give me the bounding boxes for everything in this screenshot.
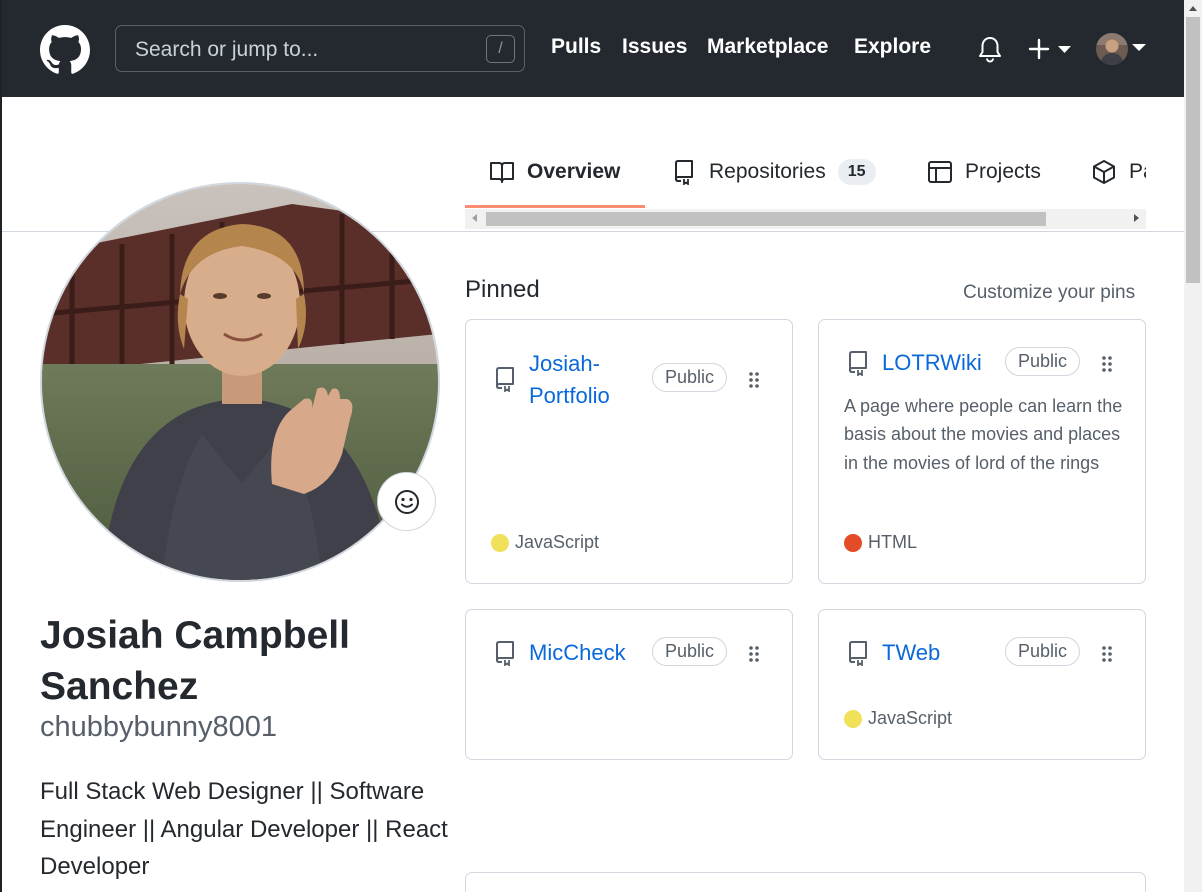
- chevron-down-icon[interactable]: [1132, 44, 1146, 52]
- repo-icon: [849, 351, 867, 376]
- tab-overview[interactable]: Overview: [489, 157, 620, 187]
- grabber-icon[interactable]: [1101, 645, 1113, 663]
- visibility-badge: Public: [652, 363, 728, 392]
- visibility-badge: Public: [652, 637, 728, 666]
- scroll-thumb[interactable]: [1186, 17, 1200, 283]
- search-placeholder: Search or jump to...: [135, 38, 319, 61]
- pinned-heading: Pinned: [465, 276, 540, 303]
- repo-language: JavaScript: [491, 532, 599, 553]
- nav-issues[interactable]: Issues: [622, 35, 687, 59]
- contribution-graph-card: [465, 872, 1146, 892]
- repo-name-link[interactable]: Josiah-Portfolio: [529, 348, 639, 412]
- chevron-down-icon: [1058, 46, 1071, 53]
- plus-icon: [1028, 38, 1050, 60]
- tab-packages-clip: Pa: [1091, 150, 1146, 195]
- smiley-icon: [394, 489, 419, 514]
- language-name: HTML: [868, 532, 917, 552]
- repo-count-badge: 15: [837, 159, 876, 185]
- pinned-repo-card: Josiah-Portfolio Public JavaScript: [465, 319, 793, 584]
- pinned-repo-card: MicCheck Public: [465, 609, 793, 760]
- repo-name-link[interactable]: TWeb: [882, 637, 940, 669]
- customize-pins-link[interactable]: Customize your pins: [963, 282, 1135, 304]
- repo-icon: [849, 641, 867, 666]
- avatar-photo: [42, 184, 438, 580]
- tab-label: Pa: [1129, 160, 1146, 183]
- nav-pulls[interactable]: Pulls: [551, 35, 601, 59]
- vertical-scrollbar[interactable]: [1184, 0, 1202, 892]
- window-frame: [0, 0, 2, 892]
- language-name: JavaScript: [515, 532, 600, 552]
- repo-language: JavaScript: [844, 708, 952, 729]
- language-name: JavaScript: [868, 708, 953, 728]
- scroll-right-arrow[interactable]: [1134, 214, 1139, 222]
- profile-username: chubbybunny8001: [40, 711, 278, 743]
- global-header: Search or jump to... / Pulls Issues Mark…: [0, 0, 1184, 97]
- tab-label: Overview: [527, 160, 621, 183]
- user-avatar-menu[interactable]: [1096, 33, 1128, 65]
- repo-language: HTML: [844, 532, 917, 553]
- search-input[interactable]: Search or jump to... /: [115, 25, 525, 72]
- pinned-repo-card: LOTRWiki Public A page where people can …: [818, 319, 1146, 584]
- profile-bio: Full Stack Web Designer || Software Engi…: [40, 778, 448, 880]
- repo-icon: [496, 367, 514, 392]
- grabber-icon[interactable]: [748, 645, 760, 663]
- tab-repositories[interactable]: Repositories 15: [671, 157, 876, 187]
- search-shortcut-key: /: [486, 35, 515, 63]
- avatar-image: [1096, 33, 1128, 65]
- visibility-badge: Public: [1005, 347, 1081, 376]
- repo-icon: [496, 641, 514, 666]
- profile-fullname: Josiah Campbell Sanchez: [40, 614, 350, 708]
- repo-name-link[interactable]: LOTRWiki: [882, 347, 982, 379]
- scroll-thumb[interactable]: [486, 212, 1046, 226]
- visibility-badge: Public: [1005, 637, 1081, 666]
- language-color-dot: [844, 709, 862, 728]
- pinned-repo-card: TWeb Public JavaScript: [818, 609, 1146, 760]
- nav-explore[interactable]: Explore: [854, 35, 931, 59]
- tabs-horizontal-scrollbar[interactable]: [465, 209, 1146, 229]
- repo-name-link[interactable]: MicCheck: [529, 637, 626, 669]
- github-logo-icon[interactable]: [40, 25, 90, 75]
- language-color-dot: [491, 533, 509, 552]
- nav-marketplace[interactable]: Marketplace: [707, 35, 828, 59]
- package-icon: [1093, 160, 1115, 184]
- tab-label: Repositories: [709, 160, 826, 183]
- tab-label: Projects: [965, 160, 1041, 183]
- create-new-dropdown[interactable]: [1028, 37, 1072, 61]
- set-status-button[interactable]: [377, 472, 436, 531]
- bell-icon[interactable]: [977, 35, 1003, 63]
- scroll-left-arrow[interactable]: [472, 214, 477, 222]
- tab-packages[interactable]: Pa: [1091, 157, 1146, 187]
- grabber-icon[interactable]: [1101, 355, 1113, 373]
- repo-description: A page where people can learn the basis …: [844, 396, 1123, 473]
- active-tab-indicator: [465, 205, 645, 208]
- tab-projects[interactable]: Projects: [927, 157, 1041, 187]
- language-color-dot: [844, 533, 862, 552]
- scroll-up-arrow[interactable]: [1189, 6, 1197, 11]
- grabber-icon[interactable]: [748, 371, 760, 389]
- profile-avatar[interactable]: [40, 182, 440, 582]
- table-icon: [928, 161, 952, 183]
- book-icon: [490, 162, 514, 183]
- repo-icon: [675, 160, 693, 185]
